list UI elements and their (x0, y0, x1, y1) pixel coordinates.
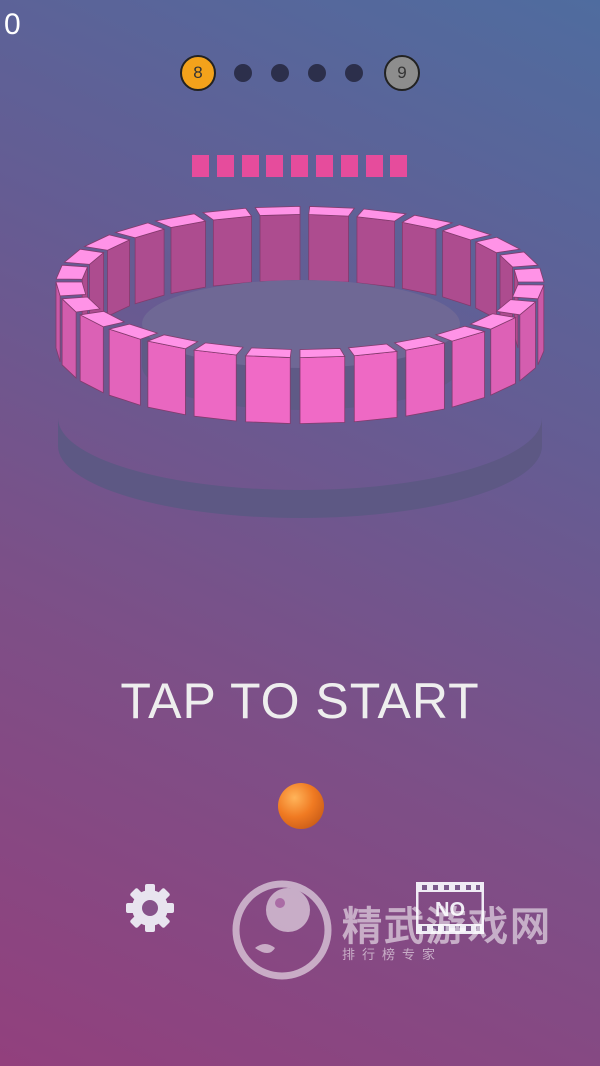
tap-to-start-prompt[interactable]: TAP TO START (0, 672, 600, 730)
ring-block (356, 208, 408, 288)
watermark-subtitle: 排行榜专家 (342, 947, 443, 962)
watermark-logo-icon (232, 880, 332, 980)
player-ball (278, 783, 324, 829)
ring-tower[interactable] (0, 0, 600, 560)
ring-block (192, 342, 244, 422)
ring-block (308, 206, 356, 283)
gear-icon[interactable] (122, 880, 178, 936)
ring-block (299, 348, 346, 425)
ring-block (347, 343, 399, 423)
ring-block (201, 207, 253, 287)
base-platform (58, 418, 542, 518)
ring-block (254, 205, 301, 282)
ring-block (244, 347, 292, 424)
watermark: 精武游戏网 排行榜专家 (230, 880, 580, 980)
